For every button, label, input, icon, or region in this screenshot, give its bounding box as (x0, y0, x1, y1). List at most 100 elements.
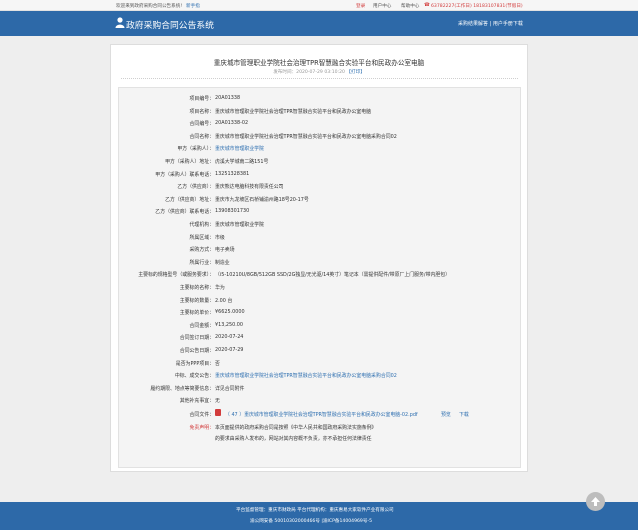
field-label: 合同金额： (189, 322, 214, 329)
field-row: 所属区域： 市级 (119, 231, 520, 243)
field-value: 无 (215, 398, 220, 405)
field-label: 合同编号： (189, 121, 214, 128)
field-value: 2020-07-24 (215, 334, 244, 341)
top-utility-bar: 欢迎来到政府采购合同公告系统! 新手指 登录 用户中心 帮助中心 ☎ 63782… (0, 0, 638, 11)
download-link[interactable]: 下载 (459, 411, 469, 418)
attachment-filename-link[interactable]: （ 47 ）重庆城市管理职业学院社会治理TPR智慧融合实验平台和民政办公室电脑-… (225, 411, 418, 418)
field-row: 中标、成交公告： 重庆城市管理职业学院社会治理TPR智慧融合实验平台和民政办公室电… (119, 369, 520, 381)
site-header: 政府采购合同公告系统 采购结果解答 | 用户手册下载 (0, 11, 638, 36)
field-label: 主要标的数量： (179, 297, 214, 304)
field-row: 代理机构： 重庆城市管理职业学院 (119, 218, 520, 230)
arrow-up-icon (591, 497, 600, 506)
site-title: 政府采购合同公告系统 (126, 21, 214, 31)
login-link[interactable]: 登录 (356, 3, 365, 9)
field-label: 甲方（采购人）： (177, 146, 214, 153)
field-value: 市级 (215, 234, 225, 241)
contract-details-panel: 项目编号： 20A01338 项目名称： 重庆城市管理职业学院社会治理TPR智慧融合实… (118, 87, 521, 468)
field-value: （i5-10210U/8GB/512GB SSD/2G独显/无光驱/14英寸）笔… (215, 272, 451, 279)
notice-title: 重庆城市管理职业学院社会治理TPR智慧融合实验平台和民政办公室电脑 (213, 59, 425, 67)
publish-time: 发布时间：2020-07-29 03:10:20 【打印】 (111, 69, 527, 75)
field-row: 合同编号： 20A01338-02 (119, 117, 520, 129)
disclaimer-line-1: 本页面提供的政府采购合同是按照《中华人民共和国政府采购法实施条例》 (215, 425, 377, 431)
field-value-link[interactable]: 重庆城市管理职业学院社会治理TPR智慧融合实验平台和民政办公室电脑采购合同02 (215, 372, 397, 379)
footer-icp: 渝公网安备 50010302000466号 |渝ICP备14004969号-5 (250, 519, 373, 524)
field-value: 重庆城市管理职业学院 (215, 222, 264, 228)
field-label: 所属区域： (189, 234, 214, 241)
rules-link[interactable]: 采购结果解答 (458, 21, 488, 27)
field-row: 项目编号： 20A01338 (119, 92, 520, 104)
field-row: 主要标的名称： 华为 (119, 281, 520, 293)
field-row: 合同金额： ¥13,250.00 (119, 319, 520, 331)
field-value: 13908301730 (215, 208, 250, 215)
field-row: 履约期限、地点等简要信息： 详见合同附件 (119, 382, 520, 394)
hotline-text: 63782227(工作日) 18183107831(节假日) (431, 4, 523, 9)
field-label: 履约期限、地点等简要信息： (150, 385, 214, 392)
user-center-link[interactable]: 用户中心 (373, 3, 391, 9)
print-link[interactable]: 【打印】 (346, 70, 364, 75)
field-label: 主要标的规格型号（或服务要求）： (138, 272, 214, 279)
field-label: 主要标的单价： (179, 310, 214, 317)
field-value: 电子卖场 (215, 247, 235, 254)
field-label: 甲方（采购人）地址： (165, 159, 214, 165)
field-row: 所属行业： 制造业 (119, 256, 520, 268)
field-row: 是否为PPP项目：否 (119, 357, 520, 369)
field-label: 乙方（供应商）联系电话： (155, 209, 214, 216)
field-label: 其他补充事宜： (179, 398, 214, 405)
field-value: 详见合同附件 (215, 385, 245, 392)
guide-link[interactable]: 新手指 (186, 3, 200, 9)
field-value: 重庆城市管理职业学院社会治理TPR智慧融合实验平台和民政办公室电脑 (215, 108, 372, 115)
field-row: 乙方（供应商）地址： 重庆市九龙坡区石桥铺渝州路18号20-17号 (119, 193, 520, 205)
preview-link[interactable]: 预览 (441, 411, 451, 418)
field-value: 13251328381 (215, 170, 250, 177)
field-label: 项目编号： (189, 96, 214, 102)
disclaimer-line-2: 的要求由采购人发布的，网站对其内容概不负责，亦不承担任何法律责任 (215, 436, 372, 442)
help-center-link[interactable]: 帮助中心 (401, 3, 419, 9)
field-value: ¥6625.0000 (215, 309, 245, 316)
field-value: 重庆熊达电脑科技有限责任公司 (215, 184, 284, 191)
site-footer: 平台监督管理：重庆市财政局 平台代理机构：重庆惠易大家软件产业有限公司 渝公网安… (0, 502, 638, 530)
field-value: 重庆市九龙坡区石桥铺渝州路18号20-17号 (215, 196, 309, 203)
field-value: 虎溪大学城南二路151号 (215, 159, 269, 165)
field-value-link[interactable]: 重庆城市管理职业学院 (215, 145, 264, 152)
field-label: 合同签订日期： (179, 335, 214, 342)
phone-icon: ☎ (424, 3, 430, 8)
field-value: 20A01338-02 (215, 120, 249, 127)
field-row: 甲方（采购人）地址： 虎溪大学城南二路151号 (119, 155, 520, 167)
field-value: 20A01338 (215, 95, 241, 101)
field-label: 是否为PPP项目： (175, 360, 214, 367)
field-value: 2020-07-29 (215, 347, 244, 353)
scroll-to-top-button[interactable] (586, 492, 605, 511)
field-row: 采购方式： 电子卖场 (119, 243, 520, 255)
field-label: 甲方（采购人）联系电话： (155, 171, 214, 178)
field-label: 乙方（供应商）地址： (165, 196, 214, 203)
field-label: 合同公告日期： (179, 348, 214, 354)
field-label: 合同名称： (189, 133, 214, 140)
field-row: 主要标的数量： 2.00 台 (119, 294, 520, 306)
field-row: 乙方（供应商）联系电话： 13908301730 (119, 205, 520, 217)
field-row: 主要标的规格型号（或服务要求）： （i5-10210U/8GB/512GB SSD… (119, 268, 520, 280)
disclaimer-row-2: 的要求由采购人发布的，网站对其内容概不负责，亦不承担任何法律责任 (119, 432, 520, 444)
field-label: 采购方式： (189, 247, 214, 254)
field-row: 合同名称： 重庆城市管理职业学院社会治理TPR智慧融合实验平台和民政办公室电脑采购… (119, 130, 520, 142)
field-value: 2.00 台 (215, 297, 233, 304)
pdf-file-icon (215, 409, 221, 416)
field-label: 中标、成交公告： (174, 373, 214, 380)
attachment-row: 合同文件： （ 47 ）重庆城市管理职业学院社会治理TPR智慧融合实验平台和民政办… (119, 408, 520, 420)
field-value: 否 (215, 360, 220, 367)
field-row: 甲方（采购人）联系电话： 13251328381 (119, 168, 520, 180)
field-value: 制造业 (215, 259, 230, 266)
field-row: 项目名称： 重庆城市管理职业学院社会治理TPR智慧融合实验平台和民政办公室电脑 (119, 105, 520, 117)
field-row: 主要标的单价： ¥6625.0000 (119, 306, 520, 318)
user-icon (115, 17, 125, 28)
field-label: 乙方（供应商）： (177, 184, 214, 191)
field-value: 重庆城市管理职业学院社会治理TPR智慧融合实验平台和民政办公室电脑采购合同02 (215, 133, 397, 140)
manual-download-link[interactable]: 用户手册下载 (493, 21, 523, 27)
field-row: 乙方（供应商）： 重庆熊达电脑科技有限责任公司 (119, 180, 520, 192)
title-divider (121, 78, 518, 79)
field-row: 甲方（采购人）： 重庆城市管理职业学院 (119, 142, 520, 154)
header-links: 采购结果解答 | 用户手册下载 (458, 20, 523, 27)
main-content: 重庆城市管理职业学院社会治理TPR智慧融合实验平台和民政办公室电脑 发布时间：2… (110, 44, 528, 472)
field-row: 合同签订日期： 2020-07-24 (119, 331, 520, 343)
field-row: 其他补充事宜：无 (119, 394, 520, 406)
field-row: 合同公告日期： 2020-07-29 (119, 344, 520, 356)
